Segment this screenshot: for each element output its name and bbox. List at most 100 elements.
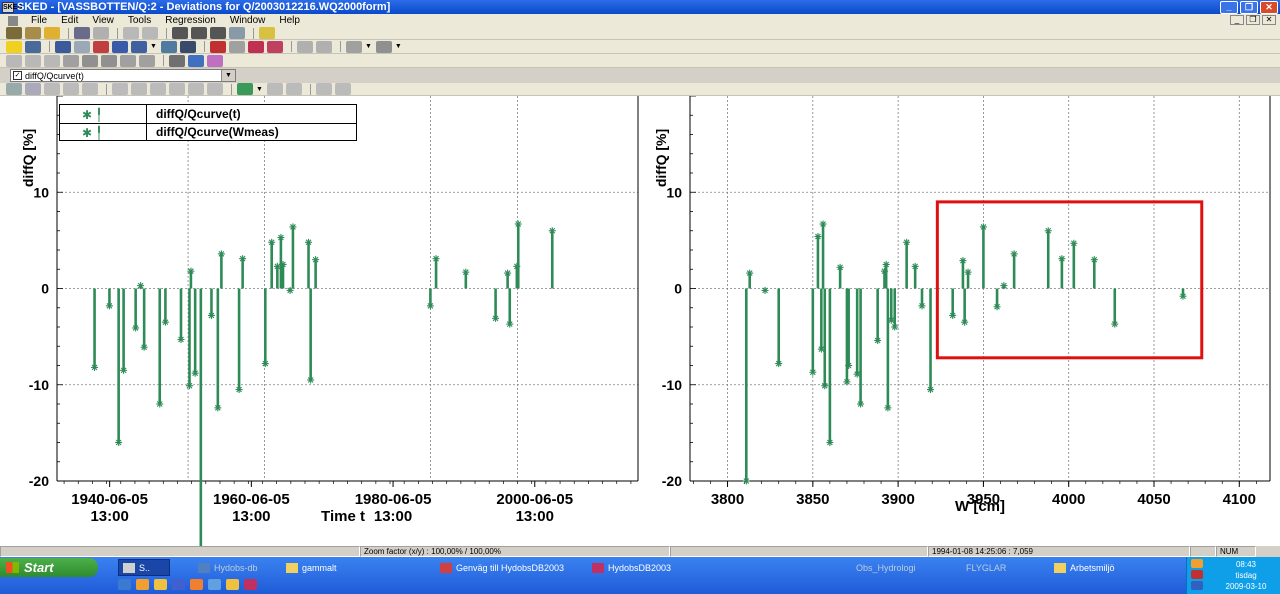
mdi-minimize-button[interactable]: _ xyxy=(1230,15,1244,25)
folder-icon[interactable] xyxy=(226,579,239,590)
access-icon[interactable] xyxy=(244,579,257,590)
move-icon[interactable] xyxy=(44,54,60,67)
frame-icon[interactable] xyxy=(44,83,60,95)
help-icon[interactable] xyxy=(259,27,275,39)
outlook-tray-icon[interactable] xyxy=(1191,559,1203,568)
menu-help[interactable]: Help xyxy=(272,15,307,26)
menu-edit[interactable]: Edit xyxy=(54,15,85,26)
start-button[interactable]: Start xyxy=(0,558,98,577)
menu-file[interactable]: File xyxy=(24,15,54,26)
save-icon[interactable] xyxy=(74,27,90,39)
paste-icon[interactable] xyxy=(142,27,158,39)
desktop-icon[interactable] xyxy=(118,579,131,590)
edit-icon[interactable] xyxy=(6,54,22,67)
copy-icon[interactable] xyxy=(123,27,139,39)
draw-icon[interactable] xyxy=(82,83,98,95)
print-setup-icon[interactable] xyxy=(210,27,226,39)
task-sked[interactable]: S.. xyxy=(118,559,170,576)
sort-icon[interactable] xyxy=(112,83,128,95)
zoom-window-icon[interactable] xyxy=(266,40,283,53)
chart-icon[interactable] xyxy=(55,40,71,53)
circle-icon[interactable] xyxy=(169,83,185,95)
expand-icon[interactable] xyxy=(139,54,155,67)
cut-icon[interactable] xyxy=(93,27,109,39)
task-arbetsmiljo[interactable]: Arbetsmiljö xyxy=(1050,559,1140,576)
line-icon[interactable] xyxy=(131,83,147,95)
mdi-close-button[interactable]: ✕ xyxy=(1262,15,1276,25)
open-folder-icon[interactable] xyxy=(44,27,60,39)
firefox-icon[interactable] xyxy=(190,579,203,590)
table-view-icon[interactable] xyxy=(6,83,22,95)
wizard-icon[interactable] xyxy=(6,27,22,39)
table-icon[interactable] xyxy=(112,40,128,53)
dropdown-arrow-icon[interactable]: ▼ xyxy=(395,43,402,50)
task-hydobs-db[interactable]: Hydobs-db xyxy=(194,559,282,576)
zoom-out-icon[interactable] xyxy=(228,40,245,53)
tool-icon[interactable] xyxy=(25,27,41,39)
task-genvag[interactable]: Genväg till HydobsDB2003 xyxy=(436,559,586,576)
export-icon[interactable] xyxy=(315,83,332,95)
palette-icon[interactable] xyxy=(207,54,223,67)
menu-view[interactable]: View xyxy=(85,15,121,26)
task-obs-hydrologi[interactable]: Obs_Hydrologi xyxy=(852,559,962,576)
dropdown-arrow-icon[interactable]: ▼ xyxy=(256,86,263,93)
next-icon[interactable] xyxy=(315,40,332,53)
prev-icon[interactable] xyxy=(296,40,313,53)
explorer-icon[interactable] xyxy=(154,579,167,590)
marker-icon[interactable] xyxy=(63,83,79,95)
lock-icon[interactable] xyxy=(63,54,79,67)
close-button[interactable]: ✕ xyxy=(1260,1,1278,14)
outlook-icon[interactable] xyxy=(136,579,149,590)
sked-app-icon[interactable]: SKED xyxy=(2,1,22,13)
restore-button[interactable]: ❐ xyxy=(1240,1,1258,14)
task-hydobsdb2003[interactable]: HydobsDB2003 xyxy=(588,559,698,576)
print-icon[interactable] xyxy=(172,27,188,39)
highlight-icon[interactable] xyxy=(6,40,22,53)
split-icon[interactable] xyxy=(179,40,196,53)
play-icon[interactable] xyxy=(237,83,253,95)
color-icon[interactable] xyxy=(188,54,204,67)
line-chart-icon[interactable] xyxy=(93,40,109,53)
layout-icon[interactable] xyxy=(25,83,41,95)
grid-icon[interactable] xyxy=(74,40,90,53)
clock-time[interactable]: 08:43 xyxy=(1213,560,1279,569)
minimize-button[interactable]: _ xyxy=(1220,1,1238,14)
task-flyglar[interactable]: FLYGLAR xyxy=(962,559,1042,576)
dropdown-arrow-icon[interactable]: ▼ xyxy=(365,43,372,50)
menu-window[interactable]: Window xyxy=(223,15,273,26)
network-icon[interactable] xyxy=(1191,581,1203,590)
dropdown-arrow-icon[interactable]: ▼ xyxy=(150,43,157,50)
function-icon[interactable] xyxy=(375,40,392,53)
zoom-in-icon[interactable] xyxy=(209,40,226,53)
mdi-restore-button[interactable]: ❐ xyxy=(1246,15,1260,25)
document-icon[interactable] xyxy=(8,15,18,26)
print-preview-icon[interactable] xyxy=(191,27,207,39)
ellipse-icon[interactable] xyxy=(188,83,204,95)
image-icon[interactable] xyxy=(334,83,351,95)
rect-icon[interactable] xyxy=(207,83,223,95)
plot-area[interactable]: 10 0 -10 -20 diffQ [%] 1940-06-05 13:00 1960-06… xyxy=(0,96,1280,548)
curve-icon[interactable] xyxy=(285,83,302,95)
page-icon[interactable] xyxy=(229,27,245,39)
zoom-fit-icon[interactable] xyxy=(247,40,264,53)
antivirus-icon[interactable] xyxy=(1191,570,1203,579)
undo-icon[interactable] xyxy=(82,54,98,67)
redo-icon[interactable] xyxy=(101,54,117,67)
menu-regression[interactable]: Regression xyxy=(158,15,223,26)
ie-icon[interactable] xyxy=(208,579,221,590)
delete-icon[interactable] xyxy=(169,54,185,67)
filter-icon[interactable] xyxy=(266,83,283,95)
title-bar[interactable]: SKED SKED - [VASSBOTTEN/Q:2 - Deviations… xyxy=(0,0,1280,14)
word-icon[interactable] xyxy=(172,579,185,590)
statistics-icon[interactable] xyxy=(345,40,362,53)
scale-icon[interactable] xyxy=(160,40,177,53)
arrow-icon[interactable] xyxy=(120,54,136,67)
checkbox-icon[interactable]: ✓ xyxy=(13,71,22,80)
task-gammalt[interactable]: gammalt xyxy=(282,559,362,576)
series-icon[interactable] xyxy=(131,40,147,53)
chevron-down-icon[interactable]: ▼ xyxy=(221,70,235,81)
charts-svg[interactable]: 100-10-20diffQ [%]1940-06-0513:001960-06… xyxy=(0,96,1280,548)
polyline-icon[interactable] xyxy=(150,83,166,95)
series-select[interactable]: ✓ diffQ/Qcurve(t) ▼ xyxy=(10,69,236,82)
check-icon[interactable] xyxy=(25,54,41,67)
